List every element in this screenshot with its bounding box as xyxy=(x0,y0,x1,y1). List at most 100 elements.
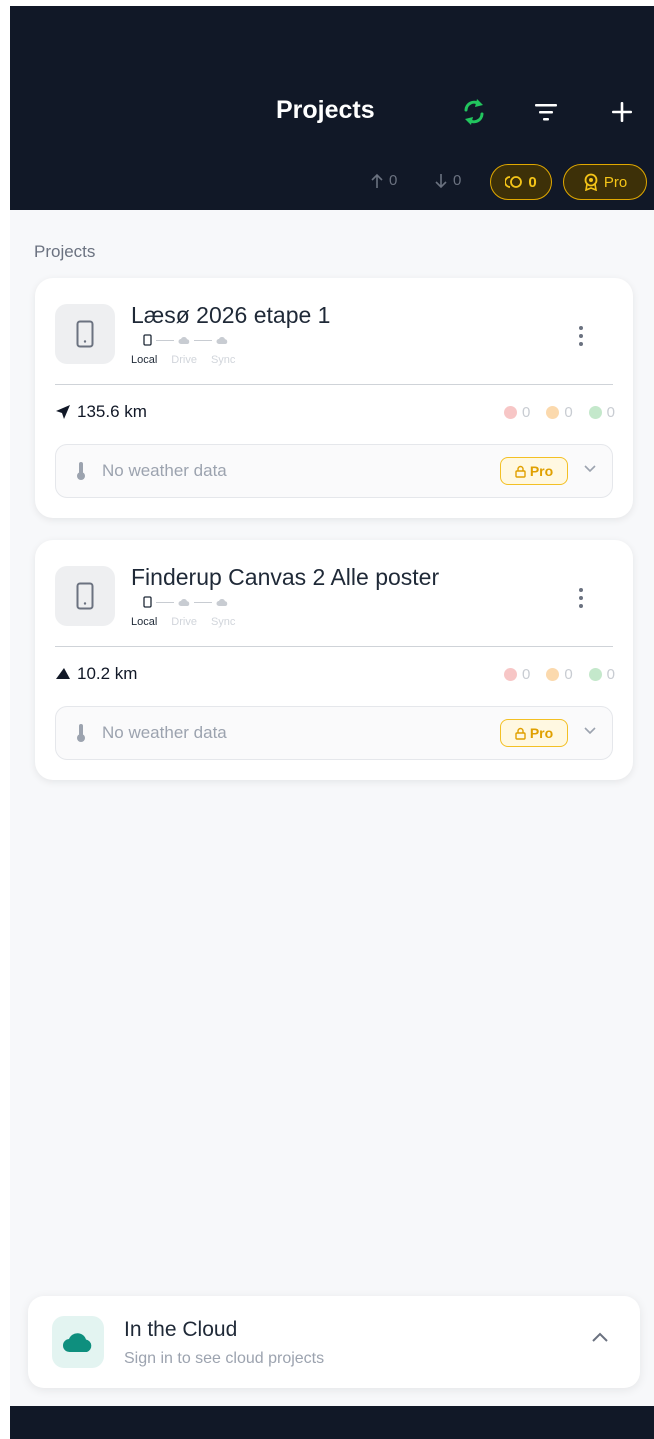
chevron-down-icon[interactable] xyxy=(584,727,596,735)
thermometer-icon xyxy=(77,462,85,480)
triangle-icon xyxy=(56,668,70,679)
pipeline-local-label: Local xyxy=(131,616,158,628)
orange-dot xyxy=(546,668,560,681)
divider xyxy=(55,646,613,647)
pipeline-line xyxy=(156,601,174,603)
sync-pipeline xyxy=(143,596,228,608)
navigation-arrow-icon xyxy=(56,405,70,419)
device-box xyxy=(55,304,115,364)
distance-row: 135.6 km xyxy=(55,402,147,422)
pro-label: Pro xyxy=(603,173,628,191)
dot xyxy=(579,596,583,600)
cloud-subtitle: Sign in to see cloud projects xyxy=(124,1350,325,1367)
orange-dot xyxy=(546,406,560,419)
pro-badge-label: Pro xyxy=(529,725,554,741)
points-count: 0 xyxy=(528,173,537,191)
green-dot xyxy=(588,668,602,681)
phone-icon xyxy=(143,334,152,346)
green-dot xyxy=(588,406,602,419)
lock-icon xyxy=(515,727,526,740)
pipeline-local-label: Local xyxy=(131,354,158,366)
filter-button[interactable] xyxy=(526,92,566,132)
sync-icon xyxy=(464,99,484,125)
status-counts: 0 0 0 xyxy=(503,404,615,421)
green-count: 0 xyxy=(606,666,615,683)
filter-icon xyxy=(535,104,557,121)
plus-icon xyxy=(612,102,632,122)
divider xyxy=(55,384,613,385)
pipeline-drive-label: Drive xyxy=(171,354,197,366)
pipeline-sync-label: Sync xyxy=(210,354,236,366)
weather-text: No weather data xyxy=(102,723,227,742)
download-counter: 0 xyxy=(434,172,461,189)
project-card[interactable]: Finderup Canvas 2 Alle poster Local Driv… xyxy=(35,540,633,780)
chevron-up-icon[interactable] xyxy=(592,1332,608,1342)
app-screen: Projects 0 0 0 Pro Projects Læsø 2026 et… xyxy=(10,6,654,1439)
pipeline-line xyxy=(156,339,174,341)
sync-pipeline xyxy=(143,334,228,346)
phone-icon xyxy=(143,596,152,608)
project-name: Læsø 2026 etape 1 xyxy=(131,302,331,328)
more-options-button[interactable] xyxy=(571,322,591,350)
arrow-up-icon xyxy=(371,173,383,188)
phone-icon xyxy=(76,320,94,348)
distance-value: 135.6 km xyxy=(77,402,147,421)
section-label: Projects xyxy=(34,242,96,261)
pipeline-line xyxy=(194,601,212,603)
bottom-nav-bar xyxy=(10,1406,654,1439)
pipeline-labels: Local Drive Sync xyxy=(131,354,235,366)
red-dot xyxy=(503,668,517,681)
red-dot xyxy=(503,406,517,419)
device-box xyxy=(55,566,115,626)
cloud-icon xyxy=(216,598,228,606)
upload-counter: 0 xyxy=(370,172,397,189)
pro-badge[interactable]: Pro xyxy=(500,719,568,747)
cloud-icon xyxy=(62,1333,92,1353)
green-count: 0 xyxy=(606,404,615,421)
download-count: 0 xyxy=(453,172,462,189)
cloud-icon xyxy=(216,336,228,344)
points-icon xyxy=(505,176,523,188)
project-name: Finderup Canvas 2 Alle poster xyxy=(131,564,440,590)
lock-icon xyxy=(515,465,526,478)
orange-count: 0 xyxy=(564,666,573,683)
page-title: Projects xyxy=(276,96,375,124)
status-counts: 0 0 0 xyxy=(503,666,615,683)
cloud-icon xyxy=(178,598,190,606)
distance-value: 10.2 km xyxy=(77,664,138,683)
pro-badge-label: Pro xyxy=(529,463,554,479)
pipeline-sync-label: Sync xyxy=(210,616,236,628)
pro-badge[interactable]: Pro xyxy=(500,457,568,485)
weather-panel[interactable]: No weather data Pro xyxy=(55,444,613,498)
cloud-icon-box xyxy=(52,1316,104,1368)
distance-row: 10.2 km xyxy=(55,664,137,684)
sync-button[interactable] xyxy=(454,92,494,132)
pipeline-drive-label: Drive xyxy=(171,616,197,628)
dot xyxy=(579,334,583,338)
red-count: 0 xyxy=(521,404,531,421)
chevron-down-icon[interactable] xyxy=(584,465,596,473)
pipeline-labels: Local Drive Sync xyxy=(131,616,235,628)
phone-icon xyxy=(76,582,94,610)
orange-count: 0 xyxy=(564,404,573,421)
more-options-button[interactable] xyxy=(571,584,591,612)
dot xyxy=(579,604,583,608)
cloud-panel[interactable]: In the Cloud Sign in to see cloud projec… xyxy=(28,1296,640,1388)
add-project-button[interactable] xyxy=(602,92,642,132)
pipeline-line xyxy=(194,339,212,341)
points-badge[interactable]: 0 xyxy=(490,164,552,200)
weather-text: No weather data xyxy=(102,461,227,480)
pro-header-button[interactable]: Pro xyxy=(563,164,647,200)
dot xyxy=(579,588,583,592)
dot xyxy=(579,326,583,330)
arrow-down-icon xyxy=(435,173,447,188)
award-icon xyxy=(584,173,598,191)
top-header: Projects 0 0 0 Pro xyxy=(10,6,654,210)
weather-panel[interactable]: No weather data Pro xyxy=(55,706,613,760)
cloud-title: In the Cloud xyxy=(124,1318,238,1341)
thermometer-icon xyxy=(77,724,85,742)
red-count: 0 xyxy=(521,666,531,683)
status-row: 0 0 0 Pro xyxy=(10,164,654,200)
project-card[interactable]: Læsø 2026 etape 1 Local Drive Sync 135.6… xyxy=(35,278,633,518)
cloud-icon xyxy=(178,336,190,344)
